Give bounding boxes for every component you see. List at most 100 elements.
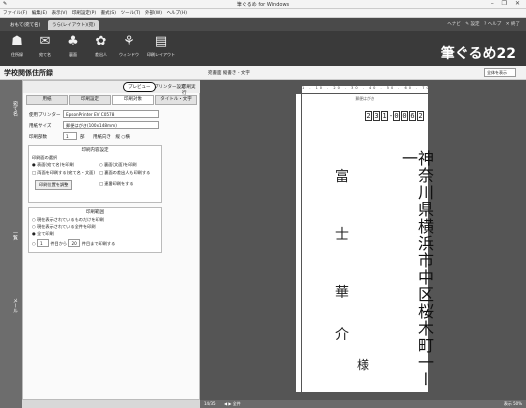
group-subtitle: 印刷面の選択 [32,155,58,160]
print-range-group: 印刷範囲 ○ 現在表示されているものだけを印刷 ○ 現在表示されている全件を印刷… [28,207,162,253]
range-to[interactable]: 20 [68,239,81,247]
menu-tools[interactable]: ツール(T) [121,11,141,16]
range-all[interactable]: ● 全て印刷 [32,231,54,237]
zip-digit: 0 [393,111,400,121]
option-label: 現在表示されている全件を印刷 [37,224,96,229]
printer-select[interactable]: EpsonPrinter EV C0578 [63,110,159,118]
tool-address-book[interactable]: ☗ 住所録 [4,33,30,63]
copies-label: 印刷部数 [29,135,47,140]
menu-view[interactable]: 表示(V) [52,11,68,16]
zip-digit: 0 [401,111,408,121]
menu-help[interactable]: ヘルプ(H) [167,11,187,16]
tab-print-target[interactable]: 印刷対象 [112,95,154,105]
view-select[interactable]: 全体を表示 [484,68,516,77]
tab-back[interactable]: うら(レイアウト)(宛) [48,20,100,30]
copies-stepper[interactable]: 1 [63,132,77,140]
page-title: 学校関係住所録 [4,69,53,77]
panel-toolbar: プレビュー プリンター設定 印刷実行 [23,81,201,96]
print-settings-panel: プレビュー プリンター設定 印刷実行 用紙 印刷設定 印刷対象 タイトル・文字 … [22,80,201,400]
option-label: 表面(宛て名)を印刷 [37,162,74,167]
zoom-level: 表示 50% [503,401,522,406]
card-label: 郵便はがき [355,96,375,101]
vertical-ruler [296,94,301,392]
menu-external[interactable]: 外部(W) [145,11,162,16]
option-both[interactable]: □ 両面を印刷する(宛て名・文面) [32,170,95,176]
postal-code: 2 3 1 - 0 0 6 2 [365,111,425,121]
adjust-position-button[interactable]: 印刷位置を調整 [35,180,73,190]
preview-area: 1 . 10 . 20 . 30 . 40 . 50 . 60 . 70 . 8… [200,80,526,400]
design-icon: ♣ [67,34,79,49]
option-back[interactable]: ○ 裏面(文面)を印刷 [99,162,137,168]
menu-edit[interactable]: 編集(E) [32,11,47,16]
ribbon: おもて(宛て名) うら(レイアウト)(宛) ヘナビ ✎ 設定 ? ヘルプ ✕ 終… [0,18,526,66]
address-book-icon: ☗ [11,34,23,49]
recipient-name-char: 富 [335,169,349,185]
paper-label: 用紙サイズ [29,124,52,129]
honorific: 様 [357,358,370,372]
range-to-label: 件目まで印刷する [81,241,116,246]
recipient-address: 神奈川県横浜市中区桜木町一ー一 [399,150,434,388]
menu-format[interactable]: 書式(S) [101,11,116,16]
section-header: 学校関係住所録 宛書面 縦書き - 文字 全体を表示 [0,66,526,80]
title-bar: ✎ 筆ぐるめ for Windows – ❐ ✕ [0,0,526,9]
tab-front[interactable]: おもて(宛て名) [6,20,44,30]
left-rail: 宛て名 一覧 メール [0,80,22,408]
rail-tab-addressee[interactable]: 宛て名 [3,88,19,128]
zip-digit: 2 [417,111,424,121]
serial-print-checkbox[interactable]: □ 連番印刷をする [99,181,134,187]
recipient-name-char: 介 [335,327,349,343]
tool-label: 住所録 [11,52,23,57]
option-label: 現在表示されているものだけを印刷 [37,217,104,222]
window-controls[interactable]: – ❐ ✕ [491,0,523,7]
printer-label: 使用プリンター [29,113,61,118]
left-status-bar [22,400,200,408]
postcard-preview[interactable]: 郵便はがき 2 3 1 - 0 0 6 2 神奈川県横浜市中区桜木町一ー一 富 … [302,94,434,392]
zip-digit: 6 [409,111,416,121]
option-label: 両面を印刷する(宛て名・文面) [37,170,96,175]
tool-window[interactable]: ⚘ ウィンドウ [116,33,142,63]
orientation-options[interactable]: 用紙向き 縦 ○横 [93,134,130,140]
range-numbers[interactable]: ○ 1 件目から 20 件目まで印刷する [32,239,115,247]
option-label: 裏面の差出人も印刷する [104,170,151,175]
page-indicator: 14/35 [204,401,216,406]
paper-select[interactable]: 郵便はがき(100x148mm) [63,121,159,129]
tool-addressee[interactable]: ✉ 宛て名 [32,33,58,63]
ribbon-tabs: おもて(宛て名) うら(レイアウト)(宛) ヘナビ ✎ 設定 ? ヘルプ ✕ 終… [0,18,526,31]
preview-header: 宛書面 縦書き - 文字 [208,71,250,76]
tool-sender[interactable]: ✿ 差出人 [88,33,114,63]
tab-paper[interactable]: 用紙 [26,95,68,105]
sender-icon: ✿ [95,34,107,49]
tool-back-side[interactable]: ♣ 裏面 [60,33,86,63]
printer-icon: ▤ [154,34,168,49]
option-label: 全て印刷 [37,231,54,236]
sub-tabs: 用紙 印刷設定 印刷対象 タイトル・文字 [26,95,198,105]
record-navigator[interactable]: ◀ ▶ 全件 [224,401,241,407]
ribbon-right-links[interactable]: ヘナビ ✎ 設定 ? ヘルプ ✕ 終了 [447,21,520,27]
tool-label: 差出人 [95,52,107,57]
option-front[interactable]: ● 表面(宛て名)を印刷 [32,162,74,168]
range-shown[interactable]: ○ 現在表示されている全件を印刷 [32,224,96,230]
menu-bar: ファイル(F) 編集(E) 表示(V) 印刷設定(P) 書式(S) ツール(T)… [0,9,526,18]
range-from[interactable]: 1 [37,239,49,247]
tool-label: 宛て名 [39,52,51,57]
window-icon: ⚘ [123,34,135,49]
tool-label: ウィンドウ [119,52,139,57]
tab-title-text[interactable]: タイトル・文字 [155,95,197,105]
tool-label: 裏面 [69,52,77,57]
tab-print-settings[interactable]: 印刷設定 [69,95,111,105]
menu-print-settings[interactable]: 印刷設定(P) [72,11,96,16]
option-sender[interactable]: □ 裏面の差出人も印刷する [99,170,150,176]
status-bar: 14/35 ◀ ▶ 全件 表示 50% [200,400,526,408]
range-current[interactable]: ○ 現在表示されているものだけを印刷 [32,217,104,223]
tool-print-layout[interactable]: ▤ 印刷レイアウト [144,33,178,63]
tool-label: 印刷レイアウト [147,52,175,57]
copies-unit: 部 [80,135,85,140]
menu-file[interactable]: ファイル(F) [3,11,27,16]
rail-tab-list[interactable]: 一覧 [3,220,19,250]
rail-tab-mail[interactable]: メール [3,290,19,320]
recipient-name-char: 士 [335,227,349,243]
brand-logo: 筆ぐるめ22 [440,46,516,62]
option-label: 裏面(文面)を印刷 [104,162,137,167]
print-content-group: 印刷内容設定 印刷面の選択 ● 表面(宛て名)を印刷 ○ 裏面(文面)を印刷 □… [28,145,162,203]
range-from-label: 件目から [50,241,68,246]
